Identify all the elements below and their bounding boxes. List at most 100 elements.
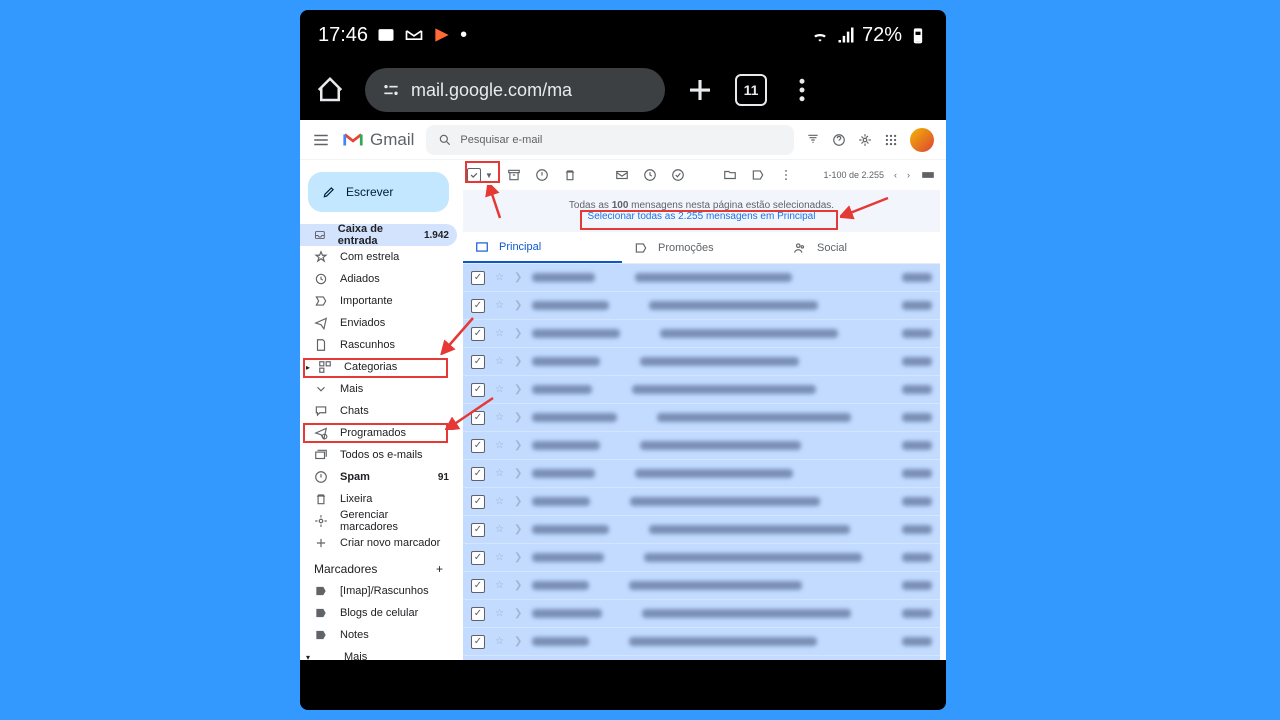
row-checkbox[interactable]: ✓ — [471, 495, 485, 509]
important-icon[interactable]: ❯ — [514, 496, 522, 507]
star-icon[interactable]: ☆ — [495, 580, 504, 591]
mail-row[interactable]: ✓ ☆ ❯ — [463, 460, 940, 488]
star-icon[interactable]: ☆ — [495, 412, 504, 423]
tab[interactable]: Principal — [463, 232, 622, 263]
sidebar-item[interactable]: Lixeira — [300, 488, 457, 510]
row-checkbox[interactable]: ✓ — [471, 607, 485, 621]
mail-row[interactable]: ✓ ☆ ❯ — [463, 432, 940, 460]
archive-icon[interactable] — [507, 168, 521, 182]
sidebar-item[interactable]: Programados — [300, 422, 457, 444]
mail-row[interactable]: ✓ ☆ ❯ — [463, 516, 940, 544]
tab[interactable]: Social — [781, 232, 940, 263]
star-icon[interactable]: ☆ — [495, 328, 504, 339]
mark-read-icon[interactable] — [615, 168, 629, 182]
mail-row[interactable]: ✓ ☆ ❯ — [463, 376, 940, 404]
home-icon[interactable] — [315, 75, 345, 105]
important-icon[interactable]: ❯ — [514, 272, 522, 283]
prev-page-icon[interactable]: ‹ — [894, 170, 897, 180]
more-icon[interactable] — [779, 168, 793, 182]
important-icon[interactable]: ❯ — [514, 384, 522, 395]
filter-icon[interactable] — [806, 133, 820, 147]
help-icon[interactable] — [832, 133, 846, 147]
star-icon[interactable]: ☆ — [495, 468, 504, 479]
important-icon[interactable]: ❯ — [514, 524, 522, 535]
mail-row[interactable]: ✓ ☆ ❯ — [463, 292, 940, 320]
label-item[interactable]: ▾Mais — [300, 646, 457, 660]
label-item[interactable]: Notes — [300, 624, 457, 646]
menu-icon[interactable] — [787, 75, 817, 105]
mail-row[interactable]: ✓ ☆ ❯ — [463, 628, 940, 656]
important-icon[interactable]: ❯ — [514, 468, 522, 479]
add-label-icon[interactable]: + — [436, 562, 443, 576]
star-icon[interactable]: ☆ — [495, 300, 504, 311]
important-icon[interactable]: ❯ — [514, 608, 522, 619]
mail-row[interactable]: ✓☆❯ — [463, 572, 940, 600]
row-checkbox[interactable]: ✓ — [471, 299, 485, 313]
new-tab-icon[interactable] — [685, 75, 715, 105]
label-icon[interactable] — [751, 168, 765, 182]
star-icon[interactable]: ☆ — [495, 636, 504, 647]
row-checkbox[interactable]: ✓ — [471, 271, 485, 285]
mail-row[interactable]: ✓ ☆ ❯ — [463, 544, 940, 572]
mail-row[interactable]: ✓ ☆ ❯ — [463, 320, 940, 348]
sidebar-item[interactable]: ▸Categorias — [300, 356, 457, 378]
mail-row[interactable]: ✓ ☆ ❯ — [463, 488, 940, 516]
search-box[interactable]: Pesquisar e-mail — [426, 125, 794, 155]
select-dropdown-icon[interactable]: ▼ — [485, 171, 493, 180]
apps-icon[interactable] — [884, 133, 898, 147]
mail-row[interactable]: ✓ ☆ ❯ — [463, 348, 940, 376]
row-checkbox[interactable]: ✓ — [471, 467, 485, 481]
row-checkbox[interactable]: ✓ — [471, 523, 485, 537]
sidebar-item[interactable]: Todos os e-mails — [300, 444, 457, 466]
important-icon[interactable]: ❯ — [514, 440, 522, 451]
task-icon[interactable] — [671, 168, 685, 182]
mail-row[interactable]: ✓ ☆ ❯ — [463, 264, 940, 292]
important-icon[interactable]: ❯ — [514, 300, 522, 311]
sidebar-item[interactable]: Rascunhos — [300, 334, 457, 356]
label-item[interactable]: [Imap]/Rascunhos — [300, 580, 457, 602]
star-icon[interactable]: ☆ — [495, 524, 504, 535]
star-icon[interactable]: ☆ — [495, 356, 504, 367]
important-icon[interactable]: ❯ — [514, 552, 522, 563]
star-icon[interactable]: ☆ — [495, 496, 504, 507]
important-icon[interactable]: ❯ — [514, 636, 522, 647]
label-item[interactable]: Blogs de celular — [300, 602, 457, 624]
row-checkbox[interactable]: ✓ — [471, 411, 485, 425]
star-icon[interactable]: ☆ — [495, 272, 504, 283]
star-icon[interactable]: ☆ — [495, 440, 504, 451]
star-icon[interactable]: ☆ — [495, 552, 504, 563]
spam-icon[interactable] — [535, 168, 549, 182]
row-checkbox[interactable]: ✓ — [471, 635, 485, 649]
move-icon[interactable] — [723, 168, 737, 182]
star-icon[interactable]: ☆ — [495, 608, 504, 619]
sidebar-item[interactable]: Com estrela — [300, 246, 457, 268]
select-all-link[interactable]: Selecionar todas as 2.255 mensagens em P… — [588, 211, 816, 222]
tab-count[interactable]: 11 — [735, 74, 767, 106]
row-checkbox[interactable]: ✓ — [471, 551, 485, 565]
mail-row[interactable]: ✓☆❯ — [463, 404, 940, 432]
star-icon[interactable]: ☆ — [495, 384, 504, 395]
row-checkbox[interactable]: ✓ — [471, 355, 485, 369]
sidebar-item[interactable]: Mais — [300, 378, 457, 400]
settings-icon[interactable] — [858, 133, 872, 147]
important-icon[interactable]: ❯ — [514, 328, 522, 339]
select-checkbox[interactable] — [467, 168, 481, 182]
keyboard-icon[interactable] — [920, 168, 936, 182]
next-page-icon[interactable]: › — [907, 170, 910, 180]
row-checkbox[interactable]: ✓ — [471, 327, 485, 341]
sidebar-item[interactable]: Enviados — [300, 312, 457, 334]
delete-icon[interactable] — [563, 168, 577, 182]
row-checkbox[interactable]: ✓ — [471, 439, 485, 453]
hamburger-icon[interactable] — [312, 131, 330, 149]
row-checkbox[interactable]: ✓ — [471, 383, 485, 397]
sidebar-item[interactable]: Adiados — [300, 268, 457, 290]
avatar[interactable] — [910, 128, 934, 152]
important-icon[interactable]: ❯ — [514, 356, 522, 367]
important-icon[interactable]: ❯ — [514, 580, 522, 591]
compose-button[interactable]: Escrever — [308, 172, 449, 212]
tab[interactable]: Promoções — [622, 232, 781, 263]
sidebar-item[interactable]: Spam91 — [300, 466, 457, 488]
sidebar-item[interactable]: Criar novo marcador — [300, 532, 457, 554]
mail-row[interactable]: ✓ ☆ ❯ — [463, 600, 940, 628]
url-bar[interactable]: mail.google.com/ma — [365, 68, 665, 112]
